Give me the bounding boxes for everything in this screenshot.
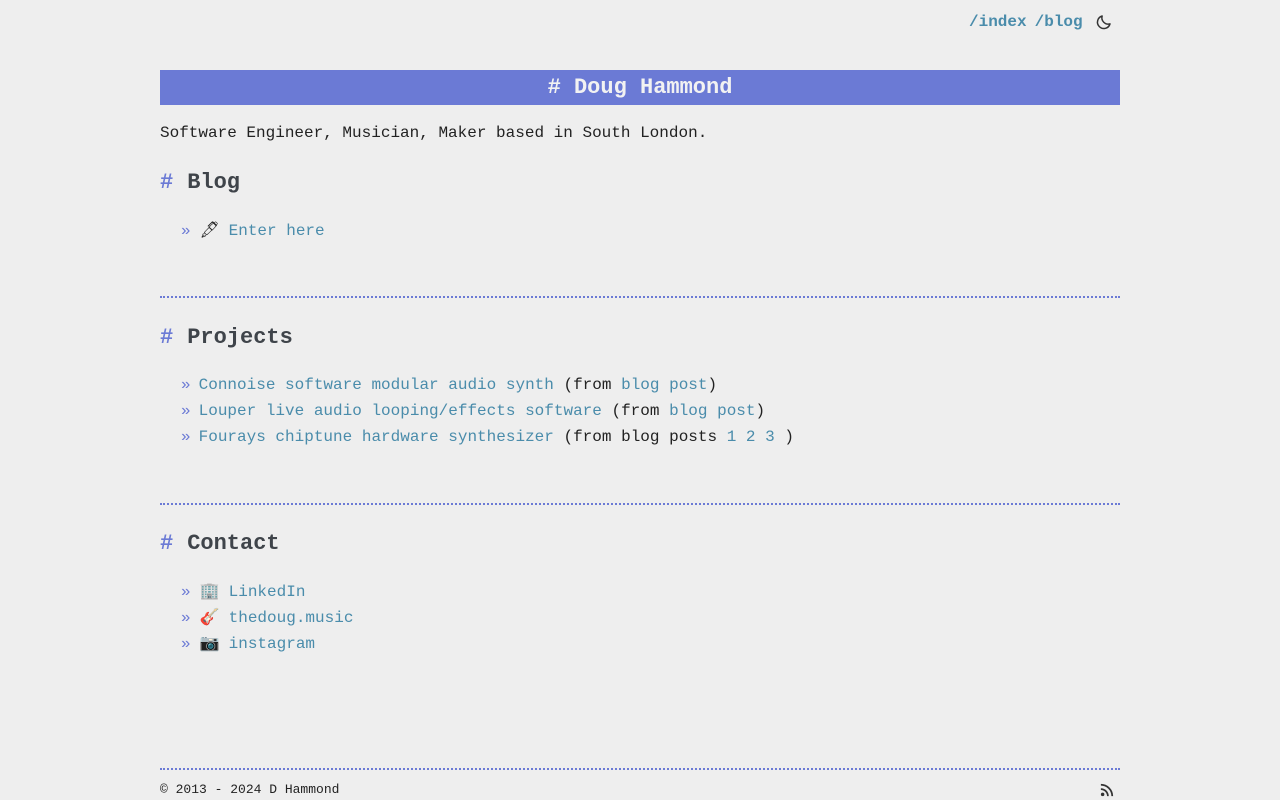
blog-post-link-2[interactable]: 2 (746, 428, 756, 446)
blog-post-link-3[interactable]: 3 (765, 428, 775, 446)
projects-heading-text: Projects (187, 325, 293, 350)
project-note-end: ) (755, 402, 766, 420)
blog-post-link[interactable]: blog post (669, 402, 755, 420)
footer: © 2013 - 2024 D Hammond (160, 782, 1120, 797)
guitar-icon: 🎸 (199, 607, 220, 626)
contact-section: # Contact » 🏢 LinkedIn » 🎸 thedoug.music » 📷 in… (160, 531, 1120, 653)
list-item: » Louper live audio looping/effects softw… (181, 398, 794, 424)
intro-text: Software Engineer, Musician, Maker based… (160, 124, 708, 142)
project-note-end: ) (707, 376, 718, 394)
moon-icon[interactable] (1095, 13, 1113, 31)
list-item: » 📷 instagram (181, 630, 353, 656)
bullet-marker: » (181, 402, 191, 420)
bullet-marker: » (181, 583, 191, 601)
nav-link-blog[interactable]: /blog (1035, 13, 1083, 31)
footer-divider (160, 768, 1120, 770)
blog-section: # Blog » 🖋 Enter here (160, 170, 1120, 240)
hash-marker: # (160, 531, 174, 556)
top-nav: /index /blog (969, 12, 1091, 32)
project-note-end: ) (774, 428, 794, 446)
list-item: » Connoise software modular audio synth (… (181, 372, 794, 398)
contact-heading-text: Contact (187, 531, 280, 556)
hash-marker: # (160, 170, 174, 195)
rss-icon[interactable] (1100, 783, 1114, 797)
blog-post-link-1[interactable]: 1 (727, 428, 737, 446)
hash-marker: # (160, 325, 174, 350)
project-link-connoise[interactable]: Connoise software modular audio synth (199, 376, 554, 394)
blog-post-link[interactable]: blog post (621, 376, 707, 394)
nav-link-index[interactable]: /index (969, 13, 1027, 31)
project-note: (from blog posts (553, 428, 727, 446)
blog-list: » 🖋 Enter here (181, 217, 325, 243)
page-title: # Doug Hammond (160, 70, 1120, 105)
instagram-link[interactable]: instagram (229, 635, 315, 653)
office-building-icon: 🏢 (199, 581, 220, 600)
section-divider (160, 296, 1120, 298)
bullet-marker: » (181, 609, 191, 627)
contact-list: » 🏢 LinkedIn » 🎸 thedoug.music » 📷 instagram (181, 578, 353, 656)
bullet-marker: » (181, 376, 191, 394)
list-item: » 🎸 thedoug.music (181, 604, 353, 630)
list-item: » 🏢 LinkedIn (181, 578, 353, 604)
section-divider (160, 503, 1120, 505)
projects-section: # Projects » Connoise software modular aud… (160, 325, 1120, 446)
list-item: » 🖋 Enter here (181, 217, 325, 243)
blog-heading-text: Blog (187, 170, 241, 195)
blog-heading: # Blog (160, 170, 1120, 196)
bullet-marker: » (181, 222, 191, 240)
music-link[interactable]: thedoug.music (229, 609, 354, 627)
camera-icon: 📷 (199, 633, 220, 652)
main-content: # Doug Hammond Software Engineer, Musici… (160, 70, 1120, 797)
projects-list: » Connoise software modular audio synth (… (181, 372, 794, 450)
project-note: (from (553, 376, 622, 394)
bullet-marker: » (181, 428, 191, 446)
copyright-text: © 2013 - 2024 D Hammond (160, 782, 340, 797)
project-note: (from (601, 402, 670, 420)
contact-heading: # Contact (160, 531, 1120, 557)
list-item: » Fourays chiptune hardware synthesizer (… (181, 424, 794, 450)
linkedin-link[interactable]: LinkedIn (229, 583, 306, 601)
projects-heading: # Projects (160, 325, 1120, 351)
project-link-louper[interactable]: Louper live audio looping/effects softwa… (199, 402, 602, 420)
project-link-fourays[interactable]: Fourays chiptune hardware synthesizer (199, 428, 554, 446)
blog-enter-link[interactable]: Enter here (229, 222, 325, 240)
pen-icon: 🖋 (199, 220, 220, 239)
bullet-marker: » (181, 635, 191, 653)
